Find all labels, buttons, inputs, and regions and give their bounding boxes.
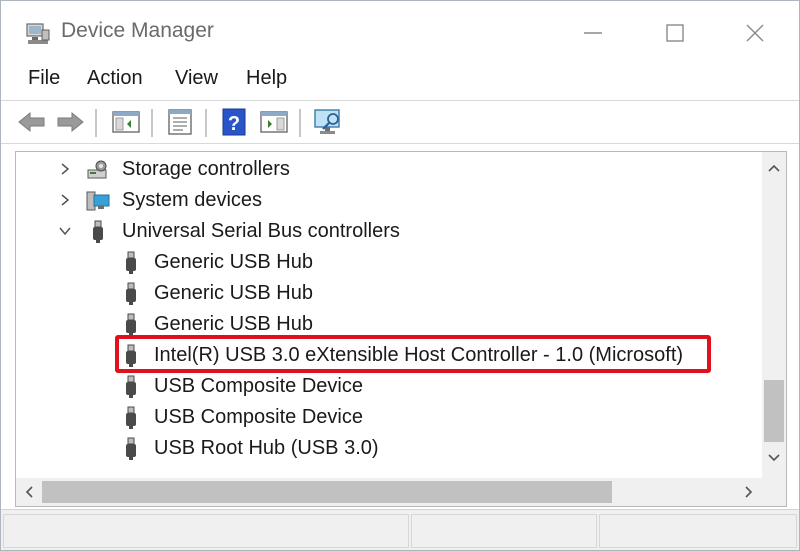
usb-device-icon [126, 251, 136, 274]
tree-item-generic-usb-hub[interactable]: Generic USB Hub [16, 248, 762, 278]
scroll-left-arrow-icon[interactable] [20, 482, 40, 502]
back-arrow-icon[interactable] [15, 106, 49, 138]
status-pane [3, 514, 409, 548]
system-devices-icon [86, 191, 110, 211]
tree-item-usb-composite-device[interactable]: USB Composite Device [16, 372, 762, 402]
toolbar-separator [151, 109, 153, 137]
window-title: Device Manager [61, 19, 214, 42]
tree-item-label: Generic USB Hub [154, 282, 313, 304]
usb-device-icon [126, 437, 136, 460]
menu-action[interactable]: Action [85, 67, 145, 90]
help-icon[interactable]: ? [217, 106, 251, 138]
scroll-down-arrow-icon[interactable] [762, 448, 786, 468]
usb-device-icon [126, 406, 136, 429]
tree-item-system-devices[interactable]: System devices [16, 186, 762, 216]
tree-item-label: USB Composite Device [154, 375, 363, 397]
device-tree[interactable]: Storage controllers System devices Unive… [15, 151, 787, 507]
maximize-button[interactable] [657, 15, 693, 51]
status-bar [1, 509, 799, 550]
tree-item-usb-controllers[interactable]: Universal Serial Bus controllers [16, 217, 762, 247]
scan-hardware-changes-icon[interactable] [311, 106, 345, 138]
tree-item-usb-composite-device[interactable]: USB Composite Device [16, 403, 762, 433]
properties-icon[interactable] [163, 106, 197, 138]
chevron-down-icon[interactable] [58, 224, 72, 238]
device-manager-icon [26, 23, 50, 44]
toolbar: ? [1, 100, 799, 144]
usb-device-icon [126, 313, 136, 336]
tree-item-storage-controllers[interactable]: Storage controllers [16, 155, 762, 185]
close-button[interactable] [737, 15, 773, 51]
tree-item-label: USB Composite Device [154, 406, 363, 428]
scroll-up-arrow-icon[interactable] [762, 158, 786, 178]
toolbar-separator [205, 109, 207, 137]
tree-item-usb-root-hub[interactable]: USB Root Hub (USB 3.0) [16, 434, 762, 464]
tree-item-label: USB Root Hub (USB 3.0) [154, 437, 379, 459]
horizontal-scrollbar-thumb[interactable] [42, 481, 612, 503]
horizontal-scrollbar[interactable] [16, 478, 762, 506]
chevron-right-icon[interactable] [58, 162, 72, 176]
svg-text:?: ? [228, 113, 240, 135]
tree-item-label: Generic USB Hub [154, 251, 313, 273]
toolbar-separator [95, 109, 97, 137]
chevron-right-icon[interactable] [58, 193, 72, 207]
vertical-scrollbar[interactable] [762, 152, 786, 478]
usb-device-icon [126, 375, 136, 398]
tree-item-label: Storage controllers [122, 158, 290, 180]
menu-view[interactable]: View [173, 67, 220, 90]
tree-item-label: System devices [122, 189, 263, 211]
forward-arrow-icon[interactable] [53, 106, 87, 138]
tree-item-label: Universal Serial Bus controllers [122, 220, 400, 242]
device-manager-window: Device Manager File Action View Help ? S… [0, 0, 800, 551]
run-action-icon[interactable] [257, 106, 291, 138]
title-bar[interactable]: Device Manager [1, 1, 799, 63]
scroll-right-arrow-icon[interactable] [738, 482, 758, 502]
storage-controller-icon [87, 160, 107, 179]
status-pane [411, 514, 597, 548]
menu-bar: File Action View Help [1, 63, 799, 97]
highlight-box [115, 335, 711, 373]
tree-item-generic-usb-hub[interactable]: Generic USB Hub [16, 279, 762, 309]
vertical-scrollbar-thumb[interactable] [764, 380, 784, 442]
status-pane [599, 514, 797, 548]
usb-icon [93, 220, 103, 243]
minimize-button[interactable] [575, 15, 611, 51]
show-hide-console-tree-icon[interactable] [109, 106, 143, 138]
menu-help[interactable]: Help [244, 67, 289, 90]
scrollbar-corner [762, 478, 786, 506]
usb-device-icon [126, 282, 136, 305]
tree-item-label: Generic USB Hub [154, 313, 313, 335]
toolbar-separator [299, 109, 301, 137]
menu-file[interactable]: File [26, 67, 62, 90]
